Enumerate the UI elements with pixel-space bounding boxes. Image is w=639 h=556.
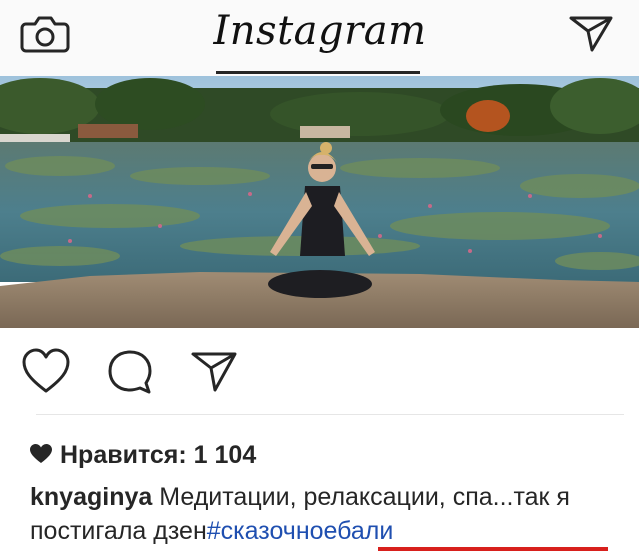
paper-plane-icon (569, 16, 613, 52)
share-button[interactable] (188, 346, 240, 398)
likes-number: 1 104 (193, 441, 257, 469)
instagram-logo: Instagram (213, 8, 427, 54)
caption-username[interactable]: knyaginya (30, 483, 152, 511)
likes-label: Нравится: (60, 441, 187, 469)
hashtag-red-underline (378, 547, 608, 551)
comment-button[interactable] (104, 346, 156, 398)
heart-filled-icon (30, 444, 52, 464)
like-button[interactable] (20, 346, 72, 398)
likes-count[interactable]: Нравится: 1 104 (30, 438, 256, 472)
comment-bubble-icon (108, 350, 152, 394)
post-actions (0, 346, 639, 402)
logo-underline (216, 71, 420, 74)
camera-icon (20, 16, 70, 53)
paper-plane-icon (191, 352, 237, 392)
post-photo[interactable] (0, 76, 639, 328)
divider (36, 414, 624, 415)
direct-messages-button[interactable] (566, 12, 616, 54)
post-caption: knyaginya Медитации, релаксации, спа...т… (30, 480, 630, 548)
caption-hashtag[interactable]: #сказочноебали (207, 517, 394, 545)
camera-button[interactable] (20, 12, 70, 54)
top-bar: Instagram (0, 0, 639, 77)
heart-outline-icon (22, 348, 70, 393)
